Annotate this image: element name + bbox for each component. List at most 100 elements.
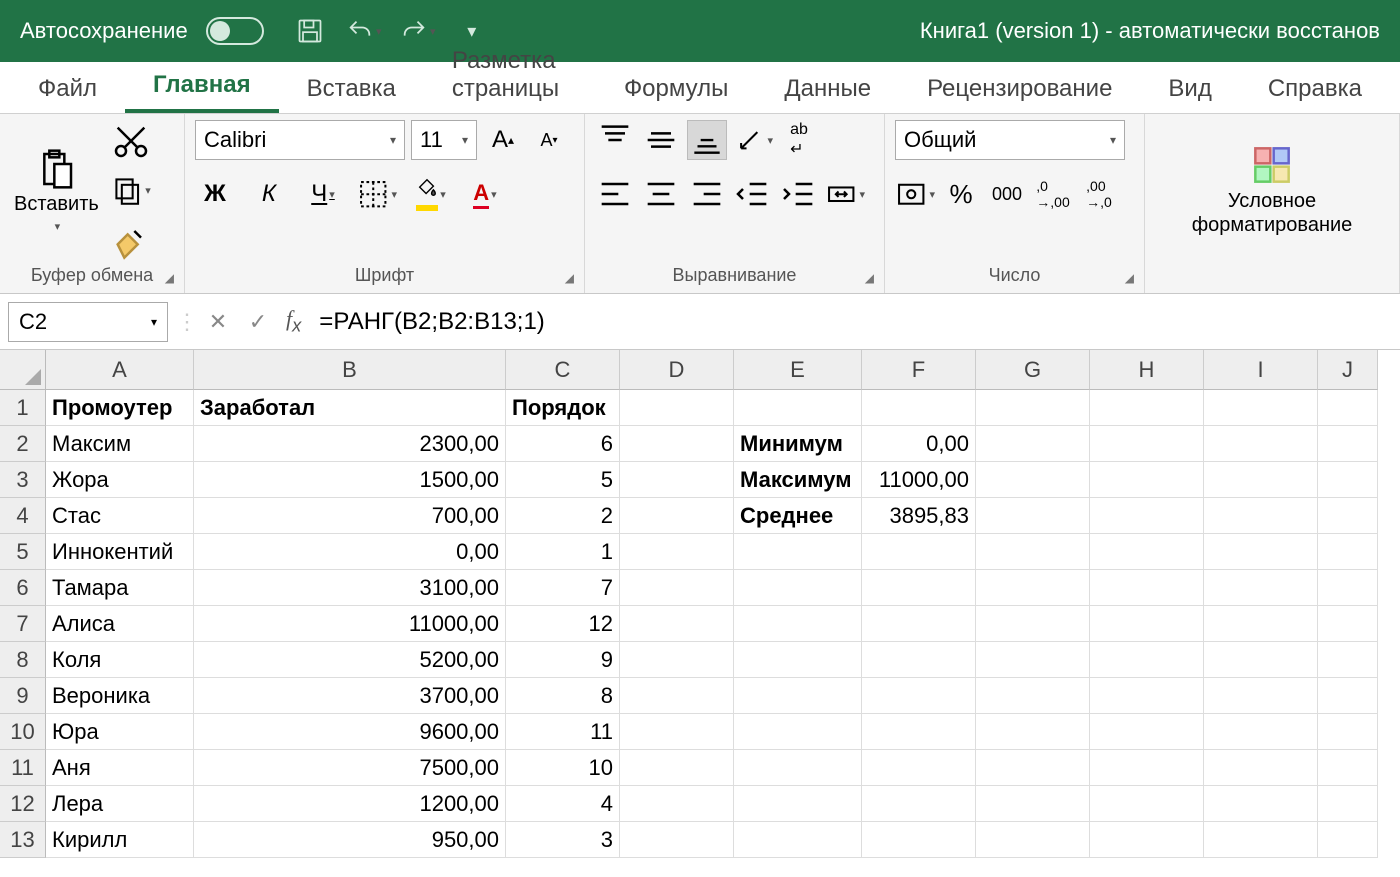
select-all-corner[interactable] <box>0 350 46 390</box>
align-left-icon[interactable] <box>595 174 635 214</box>
underline-button[interactable]: Ч▾ <box>303 174 343 214</box>
increase-indent-icon[interactable] <box>779 174 819 214</box>
name-box[interactable]: C2▾ <box>8 302 168 342</box>
autosave-toggle[interactable] <box>206 17 264 45</box>
increase-decimal-icon[interactable]: ,0→,00 <box>1033 174 1073 214</box>
cell[interactable] <box>1318 678 1378 714</box>
cell[interactable]: Максим <box>46 426 194 462</box>
cell[interactable]: 3895,83 <box>862 498 976 534</box>
cell[interactable]: 9 <box>506 642 620 678</box>
cell[interactable]: Жора <box>46 462 194 498</box>
cell[interactable]: Лера <box>46 786 194 822</box>
cell[interactable] <box>862 570 976 606</box>
tab-рецензирование[interactable]: Рецензирование <box>899 63 1140 113</box>
cell[interactable] <box>1204 390 1318 426</box>
align-middle-icon[interactable] <box>641 120 681 160</box>
cell[interactable] <box>620 822 734 858</box>
align-bottom-icon[interactable] <box>687 120 727 160</box>
cell[interactable]: 5200,00 <box>194 642 506 678</box>
cell[interactable] <box>862 714 976 750</box>
cell[interactable] <box>976 534 1090 570</box>
row-header[interactable]: 13 <box>0 822 46 858</box>
cell[interactable]: 3 <box>506 822 620 858</box>
row-header[interactable]: 12 <box>0 786 46 822</box>
row-header[interactable]: 7 <box>0 606 46 642</box>
cell[interactable]: 4 <box>506 786 620 822</box>
cell[interactable]: Юра <box>46 714 194 750</box>
cell[interactable] <box>1204 750 1318 786</box>
cell[interactable] <box>620 678 734 714</box>
cell[interactable] <box>620 642 734 678</box>
cell[interactable] <box>976 714 1090 750</box>
align-top-icon[interactable] <box>595 120 635 160</box>
cell[interactable] <box>1318 570 1378 606</box>
cell[interactable] <box>1090 498 1204 534</box>
bold-button[interactable]: Ж <box>195 174 235 214</box>
row-header[interactable]: 3 <box>0 462 46 498</box>
cell[interactable] <box>976 570 1090 606</box>
cell[interactable] <box>620 570 734 606</box>
increase-font-icon[interactable]: A▴ <box>483 120 523 160</box>
cell[interactable] <box>862 822 976 858</box>
cancel-formula-icon[interactable]: ✕ <box>198 302 238 342</box>
cell[interactable] <box>1090 390 1204 426</box>
column-header[interactable]: H <box>1090 350 1204 390</box>
cell[interactable] <box>976 750 1090 786</box>
decrease-indent-icon[interactable] <box>733 174 773 214</box>
cell[interactable] <box>1204 642 1318 678</box>
cell[interactable] <box>1204 678 1318 714</box>
column-header[interactable]: J <box>1318 350 1378 390</box>
cell[interactable] <box>734 642 862 678</box>
cell[interactable]: Тамара <box>46 570 194 606</box>
cell[interactable]: Вероника <box>46 678 194 714</box>
cell[interactable] <box>1090 462 1204 498</box>
cell[interactable] <box>1090 606 1204 642</box>
cell[interactable]: 5 <box>506 462 620 498</box>
cell[interactable]: Коля <box>46 642 194 678</box>
cell[interactable] <box>1318 786 1378 822</box>
tab-файл[interactable]: Файл <box>10 63 125 113</box>
row-header[interactable]: 8 <box>0 642 46 678</box>
cell[interactable] <box>1318 642 1378 678</box>
cell[interactable] <box>734 390 862 426</box>
cell[interactable]: 1 <box>506 534 620 570</box>
cell[interactable]: Максимум <box>734 462 862 498</box>
cell[interactable] <box>1090 786 1204 822</box>
cell[interactable] <box>620 426 734 462</box>
cell[interactable] <box>1090 714 1204 750</box>
cut-icon[interactable] <box>111 121 151 161</box>
row-header[interactable]: 1 <box>0 390 46 426</box>
cell[interactable] <box>1318 822 1378 858</box>
cell[interactable] <box>862 678 976 714</box>
column-header[interactable]: C <box>506 350 620 390</box>
cell[interactable] <box>1204 822 1318 858</box>
cell[interactable] <box>976 786 1090 822</box>
cell[interactable] <box>734 678 862 714</box>
cell[interactable] <box>976 642 1090 678</box>
row-header[interactable]: 11 <box>0 750 46 786</box>
cell[interactable]: Стас <box>46 498 194 534</box>
tab-справка[interactable]: Справка <box>1240 63 1390 113</box>
cell[interactable] <box>862 750 976 786</box>
cell[interactable]: 3700,00 <box>194 678 506 714</box>
cell[interactable]: 6 <box>506 426 620 462</box>
italic-button[interactable]: К <box>249 174 289 214</box>
accounting-format-icon[interactable]: ▾ <box>895 174 935 214</box>
decrease-font-icon[interactable]: A▾ <box>529 120 569 160</box>
cell[interactable] <box>1090 534 1204 570</box>
cell[interactable]: 1500,00 <box>194 462 506 498</box>
cell[interactable]: Кирилл <box>46 822 194 858</box>
cell[interactable]: Промоутер <box>46 390 194 426</box>
cell[interactable]: 11 <box>506 714 620 750</box>
cell[interactable] <box>1090 822 1204 858</box>
cell[interactable]: Среднее <box>734 498 862 534</box>
cell[interactable] <box>1318 750 1378 786</box>
cell[interactable]: 7500,00 <box>194 750 506 786</box>
cell[interactable] <box>734 570 862 606</box>
cell[interactable] <box>620 390 734 426</box>
cell[interactable] <box>1090 642 1204 678</box>
merge-cells-icon[interactable]: ▾ <box>825 174 865 214</box>
cell[interactable] <box>1204 534 1318 570</box>
cell[interactable] <box>1318 498 1378 534</box>
cell[interactable] <box>976 498 1090 534</box>
